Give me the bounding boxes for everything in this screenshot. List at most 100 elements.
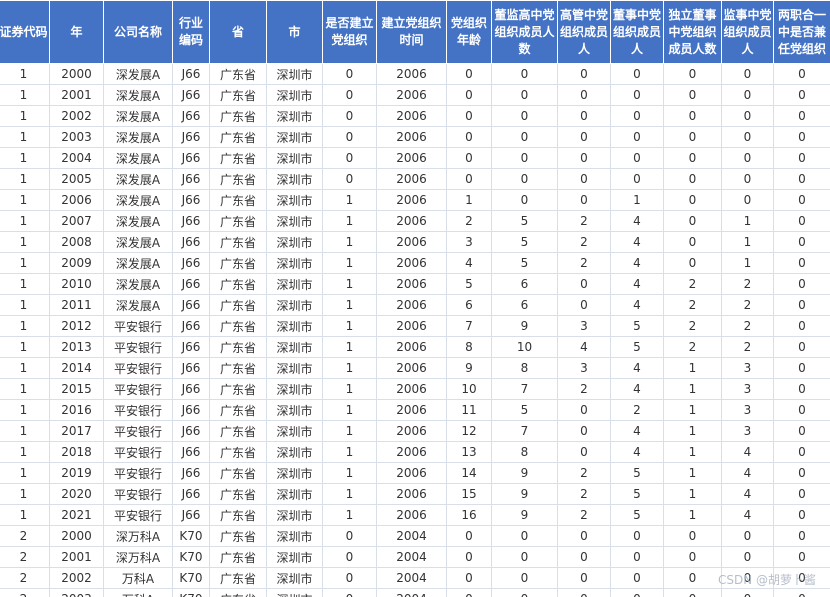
column-header-city[interactable]: 市 [266, 0, 323, 64]
table-cell[interactable]: 2006 [376, 378, 447, 400]
table-cell[interactable]: J66 [172, 420, 210, 442]
table-cell[interactable]: 0 [491, 63, 558, 85]
table-cell[interactable]: 2 [610, 399, 664, 421]
table-cell[interactable]: 平安银行 [103, 357, 173, 379]
table-cell[interactable]: 2 [663, 336, 722, 358]
table-cell[interactable]: 1 [322, 210, 377, 232]
table-cell[interactable]: 1 [322, 273, 377, 295]
table-cell[interactable]: 0 [663, 210, 722, 232]
table-cell[interactable]: 2013 [49, 336, 104, 358]
table-cell[interactable]: 深圳市 [266, 462, 323, 484]
table-cell[interactable]: 广东省 [209, 168, 267, 190]
table-cell[interactable]: 0 [610, 84, 664, 106]
table-cell[interactable]: 深圳市 [266, 252, 323, 274]
table-cell[interactable]: 深圳市 [266, 483, 323, 505]
table-cell[interactable]: 0 [721, 189, 774, 211]
table-cell[interactable]: 0 [663, 546, 722, 568]
table-cell[interactable]: 4 [610, 231, 664, 253]
table-cell[interactable]: 0 [773, 84, 830, 106]
table-cell[interactable]: 2015 [49, 378, 104, 400]
table-cell[interactable]: 6 [446, 294, 492, 316]
table-cell[interactable]: 深发展A [103, 252, 173, 274]
table-cell[interactable]: 0 [446, 105, 492, 127]
table-cell[interactable]: 5 [610, 462, 664, 484]
table-cell[interactable]: 10 [491, 336, 558, 358]
table-cell[interactable]: 深发展A [103, 273, 173, 295]
table-cell[interactable]: 9 [446, 357, 492, 379]
table-cell[interactable]: 6 [491, 294, 558, 316]
table-cell[interactable]: 广东省 [209, 189, 267, 211]
table-cell[interactable]: 2 [557, 462, 611, 484]
table-cell[interactable]: 2006 [376, 126, 447, 148]
table-cell[interactable]: 1 [322, 420, 377, 442]
table-cell[interactable]: 深圳市 [266, 84, 323, 106]
table-cell[interactable]: 广东省 [209, 126, 267, 148]
table-cell[interactable]: J66 [172, 126, 210, 148]
table-cell[interactable]: 0 [557, 189, 611, 211]
table-cell[interactable]: 0 [610, 126, 664, 148]
table-cell[interactable]: 平安银行 [103, 378, 173, 400]
table-cell[interactable]: 2 [663, 315, 722, 337]
table-cell[interactable]: 广东省 [209, 231, 267, 253]
table-cell[interactable]: 2006 [376, 441, 447, 463]
table-cell[interactable]: 深圳市 [266, 126, 323, 148]
table-cell[interactable]: 2006 [49, 189, 104, 211]
table-cell[interactable]: 2009 [49, 252, 104, 274]
table-cell[interactable]: 7 [491, 378, 558, 400]
table-cell[interactable]: 0 [773, 231, 830, 253]
table-cell[interactable]: 4 [610, 357, 664, 379]
table-cell[interactable]: 平安银行 [103, 399, 173, 421]
table-cell[interactable]: 0 [721, 84, 774, 106]
table-cell[interactable]: 深圳市 [266, 525, 323, 547]
table-cell[interactable]: 0 [322, 147, 377, 169]
table-cell[interactable]: 0 [773, 210, 830, 232]
table-cell[interactable]: 0 [446, 126, 492, 148]
table-cell[interactable]: J66 [172, 399, 210, 421]
table-cell[interactable]: 深圳市 [266, 546, 323, 568]
table-cell[interactable]: 3 [557, 357, 611, 379]
table-cell[interactable]: 万科A [103, 567, 173, 589]
table-cell[interactable]: 广东省 [209, 378, 267, 400]
table-cell[interactable]: 0 [773, 105, 830, 127]
table-cell[interactable]: 0 [322, 525, 377, 547]
table-cell[interactable]: J66 [172, 315, 210, 337]
table-cell[interactable]: 0 [557, 273, 611, 295]
table-cell[interactable]: 0 [446, 168, 492, 190]
table-cell[interactable]: 5 [610, 336, 664, 358]
table-cell[interactable]: 2004 [376, 525, 447, 547]
table-cell[interactable]: 深圳市 [266, 399, 323, 421]
table-cell[interactable]: 0 [610, 63, 664, 85]
table-cell[interactable]: 2000 [49, 525, 104, 547]
table-cell[interactable]: 1 [322, 315, 377, 337]
table-cell[interactable]: 2 [721, 336, 774, 358]
table-cell[interactable]: 0 [721, 588, 774, 597]
table-cell[interactable]: 2005 [49, 168, 104, 190]
table-cell[interactable]: 1 [0, 231, 50, 253]
table-cell[interactable]: 1 [322, 504, 377, 526]
table-cell[interactable]: 0 [773, 588, 830, 597]
table-cell[interactable]: J66 [172, 252, 210, 274]
table-cell[interactable]: 0 [610, 147, 664, 169]
table-cell[interactable]: 0 [322, 567, 377, 589]
table-cell[interactable]: 1 [0, 462, 50, 484]
table-cell[interactable]: 0 [663, 105, 722, 127]
table-cell[interactable]: 深发展A [103, 84, 173, 106]
table-cell[interactable]: 1 [663, 378, 722, 400]
table-cell[interactable]: 1 [322, 399, 377, 421]
table-cell[interactable]: 2006 [376, 210, 447, 232]
table-cell[interactable]: 2000 [49, 63, 104, 85]
table-cell[interactable]: 1 [0, 504, 50, 526]
table-cell[interactable]: 广东省 [209, 105, 267, 127]
table-cell[interactable]: 9 [491, 504, 558, 526]
table-cell[interactable]: K70 [172, 567, 210, 589]
table-cell[interactable]: 0 [773, 441, 830, 463]
table-cell[interactable]: J66 [172, 357, 210, 379]
table-cell[interactable]: 5 [610, 483, 664, 505]
table-cell[interactable]: 2006 [376, 168, 447, 190]
table-cell[interactable]: J66 [172, 105, 210, 127]
table-cell[interactable]: 0 [773, 567, 830, 589]
table-cell[interactable]: J66 [172, 483, 210, 505]
table-cell[interactable]: 深圳市 [266, 378, 323, 400]
table-cell[interactable]: 0 [491, 84, 558, 106]
table-cell[interactable]: 3 [721, 420, 774, 442]
